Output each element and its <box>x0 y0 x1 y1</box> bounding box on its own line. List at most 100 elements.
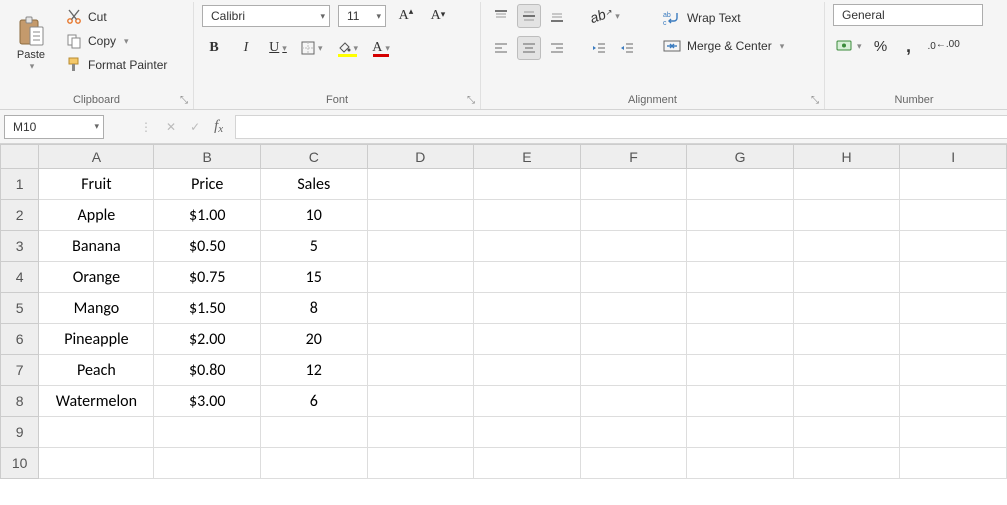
cell-C8[interactable]: 6 <box>261 386 368 417</box>
cell-A6[interactable]: Pineapple <box>39 324 154 355</box>
cell-F7[interactable] <box>580 355 687 386</box>
cell-A2[interactable]: Apple <box>39 200 154 231</box>
cell-B2[interactable]: $1.00 <box>154 200 261 231</box>
cell-D7[interactable] <box>367 355 474 386</box>
cell-E3[interactable] <box>474 231 581 262</box>
row-header-3[interactable]: 3 <box>1 231 39 262</box>
cell-D4[interactable] <box>367 262 474 293</box>
comma-style-button[interactable]: , <box>897 34 921 58</box>
accounting-format-button[interactable]: ▾ <box>833 34 865 58</box>
cell-F3[interactable] <box>580 231 687 262</box>
cell-F8[interactable] <box>580 386 687 417</box>
column-header-G[interactable]: G <box>687 145 794 169</box>
cell-I4[interactable] <box>900 262 1007 293</box>
cell-D8[interactable] <box>367 386 474 417</box>
cell-B3[interactable]: $0.50 <box>154 231 261 262</box>
merge-center-button[interactable]: Merge & Center ▾ <box>657 34 790 58</box>
decrease-indent-button[interactable] <box>587 36 611 60</box>
cell-C5[interactable]: 8 <box>261 293 368 324</box>
cell-C10[interactable] <box>261 448 368 479</box>
cell-D2[interactable] <box>367 200 474 231</box>
cell-C3[interactable]: 5 <box>261 231 368 262</box>
cell-B10[interactable] <box>154 448 261 479</box>
cell-F1[interactable] <box>580 169 687 200</box>
name-box[interactable]: M10 ▾ <box>4 115 104 139</box>
cell-H3[interactable] <box>793 231 900 262</box>
cell-B8[interactable]: $3.00 <box>154 386 261 417</box>
column-header-D[interactable]: D <box>367 145 474 169</box>
cell-F10[interactable] <box>580 448 687 479</box>
cell-C6[interactable]: 20 <box>261 324 368 355</box>
cell-B4[interactable]: $0.75 <box>154 262 261 293</box>
row-header-6[interactable]: 6 <box>1 324 39 355</box>
formula-input[interactable] <box>235 115 1007 139</box>
cell-H9[interactable] <box>793 417 900 448</box>
decrease-font-size-button[interactable]: A▾ <box>426 4 450 28</box>
cell-C1[interactable]: Sales <box>261 169 368 200</box>
cell-C2[interactable]: 10 <box>261 200 368 231</box>
fx-icon[interactable]: fx <box>214 118 223 135</box>
format-painter-button[interactable]: Format Painter <box>60 54 173 76</box>
align-center-button[interactable] <box>517 36 541 60</box>
clipboard-launcher[interactable]: ⤡ <box>177 93 191 107</box>
column-header-E[interactable]: E <box>474 145 581 169</box>
column-header-I[interactable]: I <box>900 145 1007 169</box>
cell-E5[interactable] <box>474 293 581 324</box>
cell-F2[interactable] <box>580 200 687 231</box>
wrap-text-button[interactable]: abc Wrap Text <box>657 6 790 30</box>
font-size-select[interactable]: 11 ▾ <box>338 5 386 27</box>
cell-G3[interactable] <box>687 231 794 262</box>
formula-options-icon[interactable]: ⋮ <box>140 120 152 134</box>
cell-E1[interactable] <box>474 169 581 200</box>
cell-C4[interactable]: 15 <box>261 262 368 293</box>
cell-I5[interactable] <box>900 293 1007 324</box>
cell-G1[interactable] <box>687 169 794 200</box>
cell-I9[interactable] <box>900 417 1007 448</box>
font-color-button[interactable]: A ▾ <box>369 36 393 60</box>
cell-B9[interactable] <box>154 417 261 448</box>
borders-button[interactable]: ▾ <box>298 36 326 60</box>
increase-decimal-button[interactable]: .0←.00 <box>925 34 963 58</box>
cell-B6[interactable]: $2.00 <box>154 324 261 355</box>
formula-enter-icon[interactable]: ✓ <box>190 120 200 134</box>
cell-D10[interactable] <box>367 448 474 479</box>
increase-indent-button[interactable] <box>615 36 639 60</box>
cell-D1[interactable] <box>367 169 474 200</box>
align-middle-button[interactable] <box>517 4 541 28</box>
italic-button[interactable]: I <box>234 36 258 60</box>
paste-button[interactable]: Paste ▾ <box>8 4 54 82</box>
cell-C7[interactable]: 12 <box>261 355 368 386</box>
align-top-button[interactable] <box>489 4 513 28</box>
column-header-A[interactable]: A <box>39 145 154 169</box>
cell-H7[interactable] <box>793 355 900 386</box>
row-header-8[interactable]: 8 <box>1 386 39 417</box>
cell-F9[interactable] <box>580 417 687 448</box>
cell-A9[interactable] <box>39 417 154 448</box>
row-header-4[interactable]: 4 <box>1 262 39 293</box>
cell-I2[interactable] <box>900 200 1007 231</box>
cell-D6[interactable] <box>367 324 474 355</box>
cell-D3[interactable] <box>367 231 474 262</box>
cell-G6[interactable] <box>687 324 794 355</box>
cell-E9[interactable] <box>474 417 581 448</box>
select-all-corner[interactable] <box>1 145 39 169</box>
cell-B7[interactable]: $0.80 <box>154 355 261 386</box>
cell-I3[interactable] <box>900 231 1007 262</box>
number-format-select[interactable]: General <box>833 4 983 26</box>
row-header-2[interactable]: 2 <box>1 200 39 231</box>
column-header-H[interactable]: H <box>793 145 900 169</box>
underline-button[interactable]: U▾ <box>266 36 290 60</box>
column-header-B[interactable]: B <box>154 145 261 169</box>
increase-font-size-button[interactable]: A▴ <box>394 4 418 28</box>
cell-G10[interactable] <box>687 448 794 479</box>
cell-A8[interactable]: Watermelon <box>39 386 154 417</box>
cell-G9[interactable] <box>687 417 794 448</box>
cell-I10[interactable] <box>900 448 1007 479</box>
cell-G4[interactable] <box>687 262 794 293</box>
cell-E4[interactable] <box>474 262 581 293</box>
cell-G2[interactable] <box>687 200 794 231</box>
cell-I8[interactable] <box>900 386 1007 417</box>
cell-F6[interactable] <box>580 324 687 355</box>
cell-B5[interactable]: $1.50 <box>154 293 261 324</box>
cell-G8[interactable] <box>687 386 794 417</box>
